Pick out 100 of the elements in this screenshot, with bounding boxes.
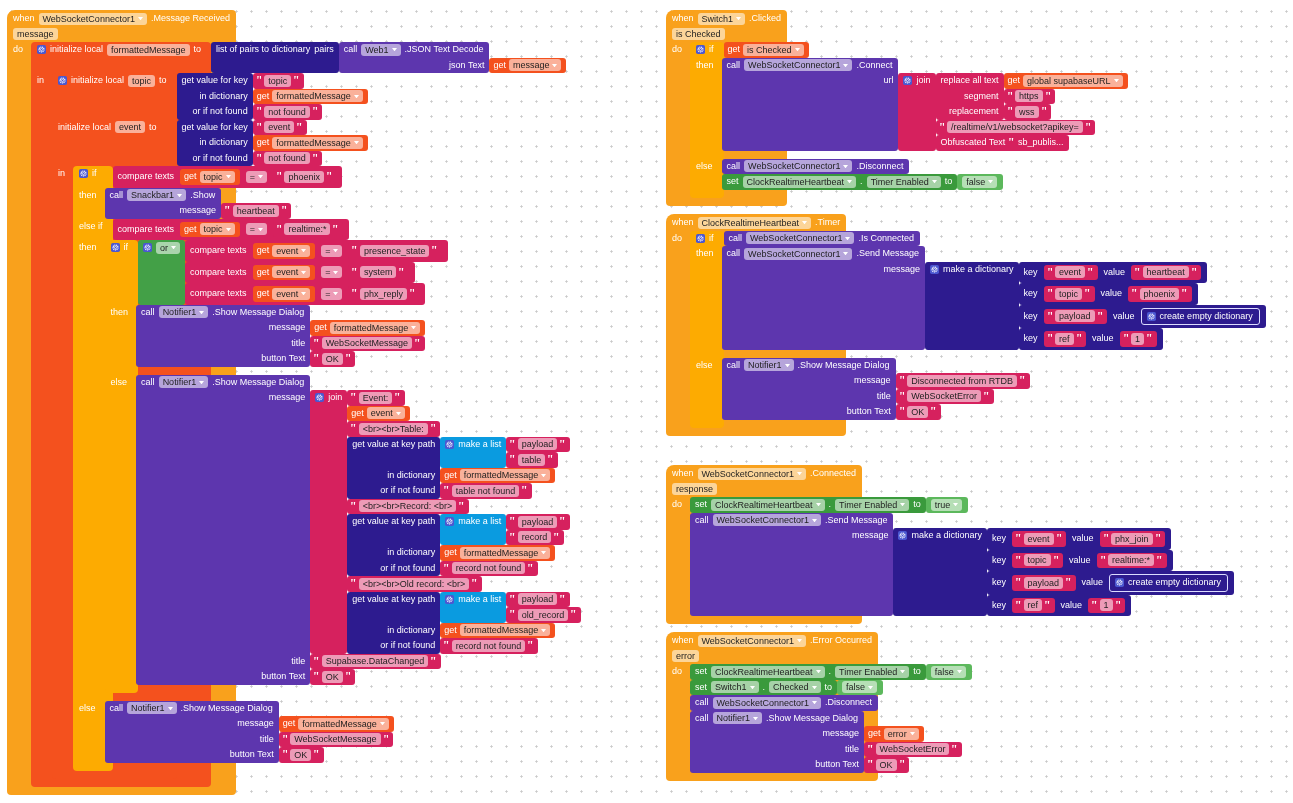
text-field[interactable]: WebSocketError <box>907 390 981 403</box>
dropdown-field[interactable]: formattedMessage <box>459 624 551 637</box>
dropdown-field[interactable]: topic <box>199 170 235 183</box>
dropdown-field[interactable]: WebSocketConnector1 <box>38 12 147 25</box>
gear-icon[interactable] <box>903 76 913 86</box>
dropdown-field[interactable]: Notifier1 <box>158 306 209 319</box>
name-field[interactable]: error <box>672 650 699 663</box>
text-field[interactable]: https <box>1015 90 1043 103</box>
dropdown-field[interactable]: = <box>245 170 267 183</box>
text-field[interactable]: not found <box>264 152 310 165</box>
text-field[interactable]: payload <box>517 515 558 528</box>
text-field[interactable]: wss <box>1015 105 1039 118</box>
gear-icon[interactable] <box>110 243 120 253</box>
text-field[interactable]: /realtime/v1/websocket?apikey= <box>947 121 1083 134</box>
gear-icon[interactable] <box>445 594 455 604</box>
name-field[interactable]: message <box>13 28 58 41</box>
dropdown-field[interactable]: is Checked <box>743 43 804 56</box>
name-field[interactable]: event <box>115 121 146 134</box>
text-field[interactable]: heartbeat <box>232 204 279 217</box>
dropdown-field[interactable]: Notifier1 <box>744 359 794 372</box>
text-field[interactable]: phx_reply <box>359 287 407 300</box>
gear-icon[interactable] <box>143 243 153 253</box>
dropdown-field[interactable]: ClockRealtimeHeartbeat <box>711 498 825 511</box>
gear-icon[interactable] <box>1146 311 1156 321</box>
text-field[interactable]: OK <box>907 405 929 418</box>
gear-icon[interactable] <box>898 531 908 541</box>
text-field[interactable]: Disconnected from RTDB <box>907 374 1017 387</box>
text-field[interactable]: not found <box>264 105 310 118</box>
dropdown-field[interactable]: global supabaseURL <box>1023 74 1123 87</box>
text-field[interactable]: old_record <box>517 608 569 621</box>
gear-icon[interactable] <box>445 517 455 527</box>
dropdown-field[interactable]: message <box>508 59 562 72</box>
text-field[interactable]: 1 <box>1131 332 1145 345</box>
text-field[interactable]: topic <box>264 74 292 87</box>
dropdown-field[interactable]: Switch1 <box>697 12 746 25</box>
dropdown-field[interactable]: formattedMessage <box>329 321 421 334</box>
dropdown-field[interactable]: topic <box>199 223 235 236</box>
dropdown-field[interactable]: = <box>321 266 343 279</box>
text-field[interactable]: event <box>264 121 295 134</box>
dropdown-field[interactable]: or <box>156 241 181 254</box>
dropdown-field[interactable]: Timer Enabled <box>835 665 910 678</box>
text-field[interactable]: realtime:* <box>284 223 331 236</box>
dropdown-field[interactable]: Notifier1 <box>127 702 177 715</box>
dropdown-field[interactable]: Web1 <box>361 43 401 56</box>
dropdown-field[interactable]: = <box>245 223 267 236</box>
dropdown-field[interactable]: = <box>321 244 343 257</box>
text-field[interactable]: OK <box>875 758 897 771</box>
dropdown-field[interactable]: WebSocketConnector1 <box>712 696 821 709</box>
dropdown-field[interactable]: formattedMessage <box>272 90 363 103</box>
dropdown-field[interactable]: = <box>321 287 343 300</box>
gear-icon[interactable] <box>696 233 705 243</box>
dropdown-field[interactable]: true <box>930 498 963 511</box>
dropdown-field[interactable]: ClockRealtimeHeartbeat <box>711 665 825 678</box>
dropdown-field[interactable]: WebSocketConnector1 <box>712 514 821 527</box>
dropdown-field[interactable]: Notifier1 <box>712 712 763 725</box>
text-field[interactable]: record <box>517 531 552 544</box>
text-field[interactable]: Event: <box>358 391 393 404</box>
text-field[interactable]: payload <box>1023 576 1064 589</box>
dropdown-field[interactable]: Checked <box>769 681 821 694</box>
text-field[interactable]: record not found <box>451 562 526 575</box>
text-field[interactable]: phx_join <box>1111 532 1153 545</box>
text-field[interactable]: OK <box>321 352 343 365</box>
text-field[interactable]: phoenix <box>284 170 324 183</box>
text-field[interactable]: payload <box>1055 310 1095 323</box>
text-field[interactable]: system <box>359 266 397 279</box>
text-field[interactable]: ref <box>1023 599 1043 612</box>
dropdown-field[interactable]: false <box>962 175 998 188</box>
dropdown-field[interactable]: Snackbar1 <box>127 189 187 202</box>
text-field[interactable]: WebSocketError <box>875 743 950 756</box>
text-field[interactable]: <br><br>Table: <box>358 422 428 435</box>
text-field[interactable]: topic <box>1023 554 1051 567</box>
gear-icon[interactable] <box>58 76 68 86</box>
dropdown-field[interactable]: WebSocketConnector1 <box>744 160 853 173</box>
dropdown-field[interactable]: WebSocketConnector1 <box>697 634 806 647</box>
text-field[interactable]: table <box>517 453 546 466</box>
dropdown-field[interactable]: false <box>842 681 878 694</box>
text-field[interactable]: WebSocketMessage <box>290 733 381 746</box>
dropdown-field[interactable]: false <box>930 665 966 678</box>
dropdown-field[interactable]: event <box>272 266 311 279</box>
text-field[interactable]: record not found <box>451 639 526 652</box>
dropdown-field[interactable]: Switch1 <box>711 681 759 694</box>
text-field[interactable]: realtime:* <box>1108 554 1155 567</box>
text-field[interactable]: OK <box>321 670 343 683</box>
text-field[interactable]: presence_state <box>359 244 430 257</box>
text-field[interactable]: payload <box>517 593 558 606</box>
text-field[interactable]: phoenix <box>1139 287 1180 300</box>
dropdown-field[interactable]: Notifier1 <box>158 376 209 389</box>
text-field[interactable]: 1 <box>1099 599 1113 612</box>
text-field[interactable]: event <box>1023 532 1054 545</box>
dropdown-field[interactable]: event <box>272 287 311 300</box>
name-field[interactable]: response <box>672 483 718 496</box>
dropdown-field[interactable]: formattedMessage <box>459 469 551 482</box>
dropdown-field[interactable]: ClockRealtimeHeartbeat <box>697 216 812 229</box>
text-field[interactable]: event <box>1055 266 1086 279</box>
dropdown-field[interactable]: WebSocketConnector1 <box>697 467 806 480</box>
gear-icon[interactable] <box>696 45 705 55</box>
text-field[interactable]: ref <box>1055 332 1074 345</box>
text-field[interactable]: OK <box>290 748 312 761</box>
dropdown-field[interactable]: WebSocketConnector1 <box>744 59 853 72</box>
dropdown-field[interactable]: WebSocketConnector1 <box>746 232 855 245</box>
